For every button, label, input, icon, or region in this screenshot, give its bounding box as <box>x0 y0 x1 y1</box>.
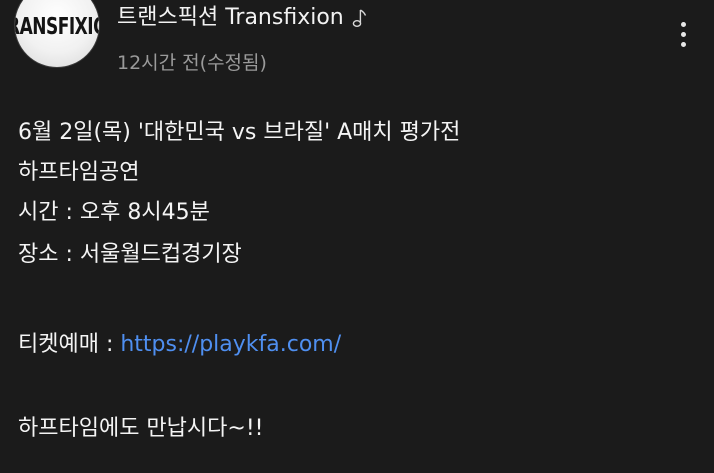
community-post: RANSFIXIO 트랜스픽션 Transfixion 12시간 전(수정됨) … <box>0 0 714 473</box>
avatar[interactable]: RANSFIXIO <box>14 0 100 68</box>
post-line-ticket: 티켓예매 : https://playkfa.com/ <box>18 330 341 360</box>
post-line-closing: 하프타임에도 만납시다~!! <box>18 416 264 441</box>
ticket-label: 티켓예매 : <box>18 332 121 357</box>
post-timestamp: 12시간 전(수정됨) <box>117 52 267 74</box>
music-note-icon <box>352 8 368 28</box>
author-name[interactable]: 트랜스픽션 Transfixion <box>117 4 344 32</box>
post-line-venue: 장소 : 서울월드컵경기장 <box>18 242 242 267</box>
avatar-logo-text: RANSFIXIO <box>15 13 99 41</box>
post-line-event: 하프타임공연 <box>18 160 140 185</box>
ticket-link[interactable]: https://playkfa.com/ <box>120 332 341 357</box>
post-line-time: 시간 : 오후 8시45분 <box>18 200 210 225</box>
post-line-match: 6월 2일(목) '대한민국 vs 브라질' A매치 평가전 <box>18 120 461 145</box>
more-vert-icon[interactable] <box>676 22 692 58</box>
author-line: 트랜스픽션 Transfixion <box>117 4 368 32</box>
